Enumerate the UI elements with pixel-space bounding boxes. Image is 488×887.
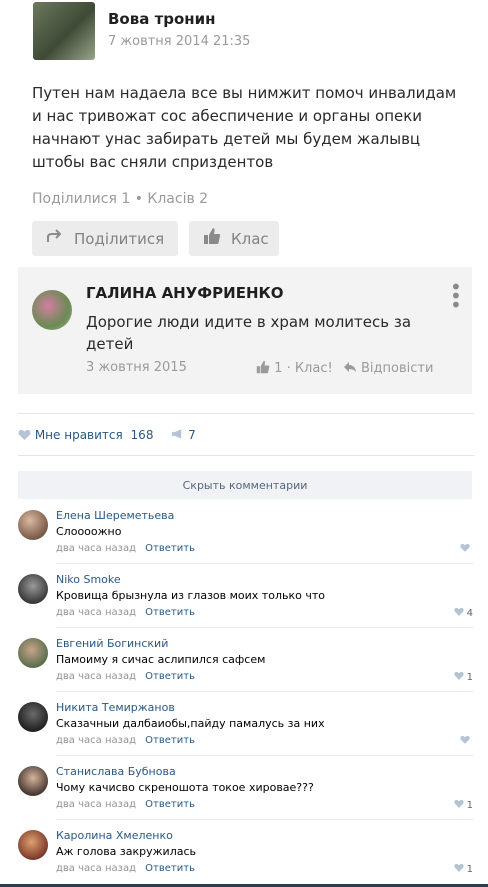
comment-reply-button[interactable]: Ответить [145, 799, 195, 810]
reply-arrow-icon [343, 362, 356, 372]
comment-like-count: 1 [466, 800, 473, 811]
comment-time: два часа назад [56, 735, 136, 746]
reply-author-name[interactable]: ГАЛИНА АНУФРИЕНКО [86, 284, 284, 302]
comment-author-name[interactable]: Елена Шереметьева [56, 509, 174, 522]
heart-icon [453, 607, 464, 616]
comment-divider [56, 563, 473, 564]
reposts-count: 7 [188, 428, 196, 442]
heart-icon [453, 799, 464, 808]
comment-meta: два часа назад Ответить [56, 607, 195, 618]
comment-avatar[interactable] [18, 638, 48, 668]
heart-icon [460, 735, 470, 744]
megaphone-icon [172, 429, 182, 439]
share-button-label: Поділитися [74, 229, 165, 248]
comment-like-count: 1 [466, 864, 473, 875]
reply-answer-button[interactable]: Відповісти [343, 361, 434, 376]
thumb-icon [201, 227, 223, 250]
comment-author-name[interactable]: Никита Темиржанов [56, 701, 175, 714]
comment-divider [56, 755, 473, 756]
shared-count[interactable]: Поділилися 1 [32, 191, 130, 207]
comment-meta: два часа назад Ответить [56, 799, 195, 810]
comment-reply-button[interactable]: Ответить [145, 543, 195, 554]
comment-time: два часа назад [56, 799, 136, 810]
comment-text: Памоиму я сичас аслипился сафсем [56, 653, 266, 666]
comment-time: два часа назад [56, 863, 136, 874]
comment-text: Чому качисво скреношота токое хировае??? [56, 781, 314, 794]
comment-text: Сказачныи далбаиобы,пайду памалусь за ни… [56, 717, 325, 730]
likes-bar: Мне нравится 168 7 [18, 428, 196, 442]
comment-avatar[interactable] [18, 574, 48, 604]
comment-like-button[interactable]: 1 [453, 799, 473, 811]
comment-time: два часа назад [56, 607, 136, 618]
comment-text: Аж голова закружилась [56, 845, 197, 858]
reply-author-avatar[interactable] [32, 290, 72, 330]
comment-author-name[interactable]: Каролина Хмеленко [56, 829, 173, 842]
classes-count[interactable]: Класів 2 [147, 191, 208, 207]
hide-comments-button[interactable]: Скрыть комментарии [18, 471, 472, 499]
heart-icon [453, 671, 464, 680]
thumb-icon [256, 360, 270, 374]
comment-text: Кровища брызнула из глазов моих только ч… [56, 589, 325, 602]
post-stats: Поділилися 1 • Класів 2 [32, 191, 208, 207]
comment-divider [56, 691, 473, 692]
heart-icon [453, 863, 464, 872]
comment-meta: два часа назад Ответить [56, 735, 195, 746]
post-date: 7 жовтня 2014 21:35 [108, 34, 251, 49]
comment-like-count: 4 [466, 608, 473, 619]
repost-button[interactable]: 7 [171, 428, 196, 442]
class-button-label: Клас [231, 229, 269, 248]
comment-author-name[interactable]: Niko Smoke [56, 573, 121, 586]
comment-like-button[interactable]: 4 [453, 607, 473, 619]
comment-reply-button[interactable]: Ответить [145, 671, 195, 682]
comment-meta: два часа назад Ответить [56, 671, 195, 682]
post-author-avatar[interactable] [33, 2, 95, 60]
heart-icon [460, 543, 470, 552]
like-button[interactable]: Мне нравится 168 [18, 428, 157, 442]
reply-class-label: · Клас! [286, 361, 333, 376]
comment-like-count: 1 [466, 672, 473, 683]
top-comment-card: ГАЛИНА АНУФРИЕНКО • • • Дорогие люди идите… [18, 267, 472, 394]
reply-actions: 1 · Клас! Відповісти [256, 360, 433, 376]
divider [18, 413, 474, 414]
post-text: Путен нам надаела все вы нимжит помоч ин… [32, 84, 457, 171]
likes-count: 168 [130, 428, 154, 442]
reply-date: 3 жовтня 2015 [86, 360, 187, 375]
heart-icon [18, 429, 31, 440]
reply-answer-label: Відповісти [360, 361, 434, 376]
share-button[interactable]: Поділитися [32, 221, 178, 256]
likes-label: Мне нравится [34, 428, 123, 442]
reply-like-count: 1 [274, 361, 283, 376]
comment-meta: два часа назад Ответить [56, 543, 195, 554]
comment-like-button[interactable] [460, 543, 473, 555]
comment-like-button[interactable] [460, 735, 473, 747]
comment-time: два часа назад [56, 543, 136, 554]
comment-reply-button[interactable]: Ответить [145, 607, 195, 618]
comment-avatar[interactable] [18, 510, 48, 540]
post-author-name[interactable]: Вова тронин [108, 10, 216, 28]
comment-divider [56, 819, 473, 820]
more-vertical-icon[interactable]: • • • [450, 277, 462, 315]
comment-divider [56, 627, 473, 628]
comment-reply-button[interactable]: Ответить [145, 735, 195, 746]
divider [18, 455, 474, 456]
comment-author-name[interactable]: Евгений Богинский [56, 637, 168, 650]
comment-like-button[interactable]: 1 [453, 863, 473, 875]
comment-avatar[interactable] [18, 702, 48, 732]
comment-reply-button[interactable]: Ответить [145, 863, 195, 874]
stats-dot: • [134, 191, 143, 207]
comment-avatar[interactable] [18, 766, 48, 796]
comment-like-button[interactable]: 1 [453, 671, 473, 683]
comment-author-name[interactable]: Станислава Бубнова [56, 765, 176, 778]
share-icon [44, 228, 66, 249]
comment-text: Слоооожно [56, 525, 122, 538]
class-button[interactable]: Клас [189, 221, 279, 256]
reply-text: Дорогие люди идите в храм молитесь за де… [86, 313, 412, 353]
comment-avatar[interactable] [18, 830, 48, 860]
comment-time: два часа назад [56, 671, 136, 682]
comment-meta: два часа назад Ответить [56, 863, 195, 874]
reply-like-button[interactable]: 1 · Клас! [256, 360, 337, 376]
